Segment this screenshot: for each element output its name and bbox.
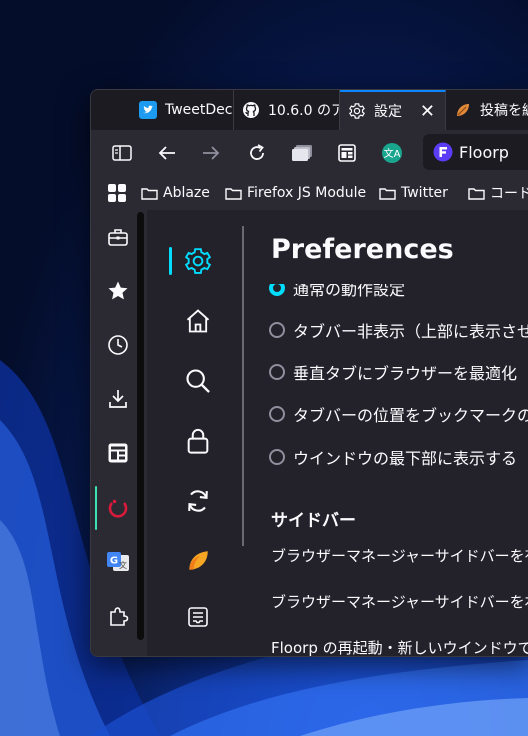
bookmarks-toolbar: Ablaze Firefox JS Module Twitter コード共有 — [91, 176, 528, 211]
twitter-icon — [139, 101, 157, 119]
svg-text:G: G — [110, 556, 118, 567]
bookmark-label: Twitter — [401, 185, 448, 201]
sidebar-active-indicator — [95, 486, 97, 530]
floorp-site-button[interactable]: Floorp — [423, 134, 528, 170]
category-general-gear-icon[interactable] — [179, 242, 217, 280]
category-navigation — [147, 210, 247, 656]
bookmark-folder-firefox-js-module[interactable]: Firefox JS Module — [225, 181, 366, 205]
svg-text:文A: 文A — [384, 147, 401, 160]
tab-label: 設定 — [374, 104, 402, 120]
leaf-icon — [454, 101, 472, 119]
radio-label: タブバーの位置をブックマークの下に — [293, 406, 528, 425]
sidebar-scrollbar[interactable] — [137, 212, 144, 640]
sidebar-toggle-icon[interactable] — [107, 138, 137, 168]
toolbox-icon[interactable] — [105, 224, 131, 250]
radio-option-window-bottom[interactable]: ウインドウの最下部に表示する — [269, 445, 517, 469]
tab-github-release[interactable]: 10.6.0 のアップデート — [234, 90, 340, 130]
site-label: Floorp — [459, 142, 509, 162]
radio-label: タブバー非表示（上部に表示させない） — [293, 322, 528, 341]
radio-label: ウインドウの最下部に表示する — [293, 449, 518, 468]
radio-button[interactable] — [269, 364, 285, 380]
bookmark-label: Ablaze — [163, 185, 210, 201]
settings-page: 通常の動作設定 Preferences タブバー非表示（上部に表示させない） 垂… — [147, 210, 528, 656]
bookmark-label: コード共有 — [490, 186, 528, 202]
tab-tweetdeck[interactable]: TweetDeck — [131, 90, 234, 130]
folder-icon — [468, 187, 485, 200]
category-scrollbar[interactable] — [242, 226, 244, 546]
translate-extension-icon[interactable]: 文A — [377, 138, 407, 168]
history-icon[interactable] — [105, 332, 131, 358]
sidebar-right-side-option[interactable]: ブラウザーマネージャーサイドバーを右側に表示する — [271, 591, 528, 612]
forward-arrow-icon[interactable] — [196, 138, 226, 168]
tab-strip: TweetDeck 10.6.0 のアップデート 設定 ✕ 投稿を編集 — [91, 90, 528, 130]
folder-icon — [141, 187, 158, 200]
browser-manager-sidebar: G文 — [91, 210, 147, 656]
folder-icon — [379, 187, 396, 200]
navigation-toolbar: 文A Floorp — [91, 130, 528, 176]
translate-icon[interactable]: G文 — [105, 549, 131, 575]
tab-label: 投稿を編集 — [480, 103, 528, 119]
browser-manager-panel-icon[interactable] — [105, 440, 131, 466]
section-heading-sidebar: サイドバー — [271, 511, 356, 531]
radio-option-hide-tabbar[interactable]: タブバー非表示（上部に表示させない） — [269, 318, 528, 342]
bookmark-folder-twitter[interactable]: Twitter — [379, 181, 448, 205]
tab-label: TweetDeck — [165, 102, 234, 118]
radio-button[interactable] — [269, 406, 285, 422]
back-arrow-icon[interactable] — [152, 138, 182, 168]
category-search-icon[interactable] — [179, 362, 217, 400]
workspaces-icon[interactable] — [287, 138, 317, 168]
category-home-icon[interactable] — [179, 302, 217, 340]
github-icon — [242, 101, 260, 119]
close-tab-icon[interactable]: ✕ — [420, 101, 435, 122]
browser-window: TweetDeck 10.6.0 のアップデート 設定 ✕ 投稿を編集 — [90, 89, 528, 657]
tab-settings[interactable]: 設定 ✕ — [340, 90, 446, 130]
category-notes-icon[interactable] — [179, 598, 217, 636]
radio-button[interactable] — [269, 322, 285, 338]
bookmark-label: Firefox JS Module — [247, 185, 367, 201]
folder-icon — [225, 187, 242, 200]
floorp-logo-icon — [433, 142, 453, 162]
radio-button[interactable] — [269, 449, 285, 465]
svg-text:文: 文 — [119, 560, 127, 570]
category-privacy-lock-icon[interactable] — [179, 422, 217, 460]
selected-category-indicator — [169, 247, 172, 275]
floorp-notes-icon[interactable] — [105, 495, 131, 521]
page-title: Preferences — [271, 234, 454, 265]
star-icon[interactable] — [105, 278, 131, 304]
download-icon[interactable] — [105, 386, 131, 412]
sidebar-restart-note: Floorp の再起動・新しいウインドウで — [271, 639, 528, 656]
tab-label: 10.6.0 のアップデート — [268, 103, 339, 119]
radio-label: 垂直タブにブラウザーを最適化 — [293, 364, 518, 383]
category-floorp-leaf-icon[interactable] — [179, 542, 217, 580]
tab-edit-post[interactable]: 投稿を編集 — [446, 90, 528, 130]
radio-option-vertical-tabs[interactable]: 垂直タブにブラウザーを最適化 — [269, 360, 517, 384]
extensions-icon[interactable] — [105, 603, 131, 629]
category-sync-icon[interactable] — [179, 482, 217, 520]
gear-icon — [348, 102, 366, 120]
reload-icon[interactable] — [242, 138, 272, 168]
sidebar-enable-option[interactable]: ブラウザーマネージャーサイドバーを有効にする — [271, 545, 528, 566]
radio-option-tabbar-below-bookmarks[interactable]: タブバーの位置をブックマークの下に — [269, 402, 528, 426]
bookmark-apps-icon[interactable] — [107, 181, 127, 205]
browser-manager-icon[interactable] — [332, 138, 362, 168]
bookmark-folder-ablaze[interactable]: Ablaze — [141, 181, 210, 205]
preferences-pane: 通常の動作設定 Preferences タブバー非表示（上部に表示させない） 垂… — [255, 210, 528, 656]
bookmark-folder-code-share[interactable]: コード共有 — [468, 181, 528, 205]
